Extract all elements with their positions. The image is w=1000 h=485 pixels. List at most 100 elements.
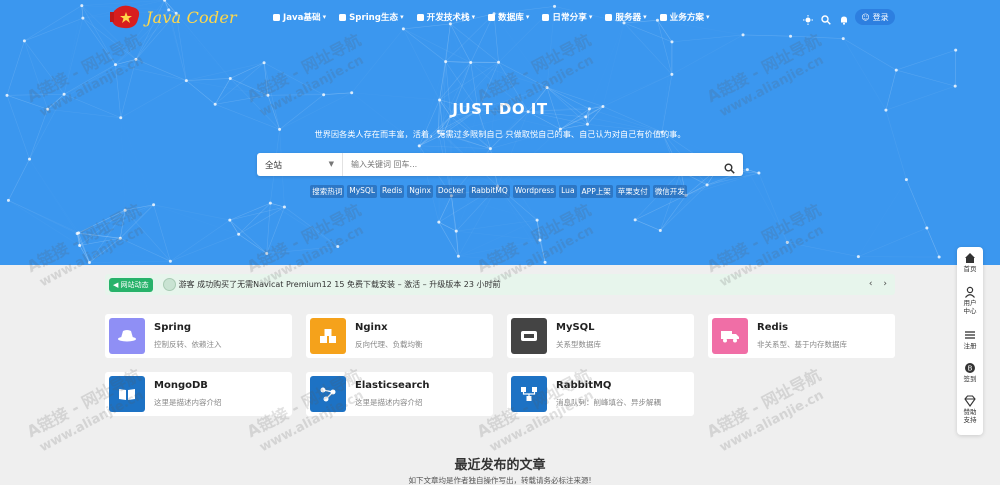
truck-icon xyxy=(712,318,748,354)
category-card-mysql[interactable]: MySQL 关系型数据库 xyxy=(507,314,694,358)
mysql-icon xyxy=(511,318,547,354)
sidebar-item-label: 首页 xyxy=(963,265,977,273)
card-description: 非关系型、基于内存数据库 xyxy=(757,340,847,349)
hero-title: JUST DO IT xyxy=(452,100,548,118)
category-card-spring[interactable]: Spring 控制反转、依赖注入 xyxy=(105,314,292,358)
search-category-label: 全站 xyxy=(265,160,283,171)
chevron-down-icon: ▾ xyxy=(588,13,593,21)
nav-item-1[interactable]: Spring生态 ▾ xyxy=(338,11,404,23)
search-category-select[interactable]: 全站 ▼ xyxy=(257,153,343,176)
recent-posts-subtitle: 如下文章均是作者独自操作写出，转载请务必标注来源! xyxy=(408,476,592,485)
nav-item-label: Spring生态 xyxy=(349,13,399,23)
card-title: Nginx xyxy=(355,322,388,333)
avatar xyxy=(162,278,176,291)
category-card-elasticsearch[interactable]: Elasticsearch 这里是描述内容介绍 xyxy=(306,372,493,416)
hot-tag[interactable]: MySQL xyxy=(347,185,378,198)
hot-tag[interactable]: Lua xyxy=(559,185,577,198)
tools-icon xyxy=(659,13,668,22)
search-input[interactable] xyxy=(351,156,711,173)
hat-icon xyxy=(109,318,145,354)
user-icon xyxy=(964,286,976,298)
nav-item-4[interactable]: 日常分享 ▾ xyxy=(541,11,592,23)
code-icon xyxy=(416,13,425,22)
card-description: 这里是描述内容介绍 xyxy=(355,398,423,407)
watermark-url: www.alianjie.cn xyxy=(717,387,827,456)
hot-tag[interactable]: RabbitMQ xyxy=(469,185,510,198)
server-icon xyxy=(604,13,613,22)
hot-tag[interactable]: Docker xyxy=(435,185,467,198)
nav-item-6[interactable]: 业务方案 ▾ xyxy=(659,11,710,23)
java-cup-icon xyxy=(272,13,281,22)
category-card-nginx[interactable]: Nginx 反向代理、负载均衡 xyxy=(306,314,493,358)
sidebar-item-label: 赞助 支持 xyxy=(963,408,977,424)
nav-item-0[interactable]: Java基础 ▾ xyxy=(272,11,326,23)
nav-item-label: 服务器 xyxy=(615,13,642,23)
hot-tag[interactable]: APP上架 xyxy=(579,185,613,198)
watermark-text: A链接 - 网址导航 xyxy=(703,365,824,442)
news-badge: ◀ 网站动态 xyxy=(109,277,153,292)
floating-sidebar: 首页用户 中心注册 B 签到赞助 支持 xyxy=(957,247,983,435)
nav-item-5[interactable]: 服务器 ▾ xyxy=(604,11,647,23)
card-description: 反向代理、负载均衡 xyxy=(355,340,423,349)
ticker-text[interactable]: 游客 成功购买了无需Navicat Premium12 15 免费下载安装 – … xyxy=(179,279,501,290)
category-card-mongodb[interactable]: MongoDB 这里是描述内容介绍 xyxy=(105,372,292,416)
theme-toggle-icon[interactable] xyxy=(803,10,813,25)
nav-item-label: Java基础 xyxy=(283,13,321,23)
sidebar-item-user[interactable]: 用户 中心 xyxy=(957,286,983,315)
svg-text:B: B xyxy=(968,365,973,373)
recent-posts-title: 最近发布的文章 xyxy=(454,458,546,473)
home-icon xyxy=(964,252,976,264)
nav-item-3[interactable]: 数据库 ▾ xyxy=(487,11,529,23)
hot-tag[interactable]: 微信开发 xyxy=(652,185,687,198)
sidebar-item-label: 注册 xyxy=(963,342,977,350)
card-description: 消息队列：削峰填谷、异步解耦 xyxy=(556,398,661,407)
menu-icon xyxy=(964,329,976,341)
sidebar-item-menu[interactable]: 注册 xyxy=(957,329,983,350)
header-icons xyxy=(803,10,857,25)
card-title: Redis xyxy=(757,322,789,333)
database-icon xyxy=(487,13,496,22)
site-news-ticker: ◀ 网站动态 游客 成功购买了无需Navicat Premium12 15 免费… xyxy=(105,274,895,295)
chevron-down-icon: ▼ xyxy=(328,160,334,168)
hero-subtitle: 世界因各类人存在而丰富，活着，无需过多限制自己 只做取悦自己的事、自己认为对自己… xyxy=(314,129,686,139)
search-submit-icon[interactable] xyxy=(724,159,735,174)
login-label: 登录 xyxy=(872,12,889,22)
chevron-down-icon: ▾ xyxy=(525,13,530,21)
card-description: 控制反转、依赖注入 xyxy=(154,340,222,349)
megaphone-icon: ◀ xyxy=(113,280,119,289)
card-title: MySQL xyxy=(556,322,595,333)
calendar-icon xyxy=(541,13,550,22)
nav-item-label: 业务方案 xyxy=(669,13,705,23)
login-button[interactable]: ☺ 登录 xyxy=(855,9,895,25)
card-title: Spring xyxy=(154,322,191,333)
search-icon[interactable] xyxy=(821,10,831,25)
graph-icon xyxy=(310,376,346,412)
ticker-nav: ‹ › xyxy=(861,279,887,289)
ticker-next-button[interactable]: › xyxy=(883,279,887,289)
chevron-down-icon: ▾ xyxy=(322,13,327,21)
site-logo[interactable]: Java Coder xyxy=(108,2,237,32)
hot-tag[interactable]: Redis xyxy=(380,185,405,198)
nav-item-label: 数据库 xyxy=(498,13,524,23)
card-description: 这里是描述内容介绍 xyxy=(154,398,222,407)
coin-icon: B xyxy=(964,362,976,374)
hot-tag[interactable]: 苹果支付 xyxy=(615,185,650,198)
sidebar-item-label: 签到 xyxy=(963,375,977,383)
sidebar-item-coin[interactable]: B 签到 xyxy=(957,362,983,383)
category-card-rabbitmq[interactable]: RabbitMQ 消息队列：削峰填谷、异步解耦 xyxy=(507,372,694,416)
category-card-redis[interactable]: Redis 非关系型、基于内存数据库 xyxy=(708,314,895,358)
sidebar-item-home[interactable]: 首页 xyxy=(957,252,983,273)
sidebar-item-diamond[interactable]: 赞助 支持 xyxy=(957,395,983,424)
diamond-icon xyxy=(964,395,976,407)
ticker-prev-button[interactable]: ‹ xyxy=(869,279,873,289)
card-description: 关系型数据库 xyxy=(556,340,601,349)
bell-icon[interactable] xyxy=(839,10,849,25)
chevron-down-icon: ▾ xyxy=(471,13,476,21)
user-icon: ☺ xyxy=(861,12,870,22)
hot-tag[interactable]: Wordpress xyxy=(512,185,557,198)
book-icon xyxy=(109,376,145,412)
main-nav: Java基础 ▾ Spring生态 ▾ 开发技术栈 ▾ 数据库 ▾ 日常分享 ▾ 服务器 ▾ 业务方案 ▾ xyxy=(272,0,722,34)
hot-tag[interactable]: Nginx xyxy=(407,185,433,198)
nav-item-2[interactable]: 开发技术栈 ▾ xyxy=(416,11,476,23)
logo-badge-icon xyxy=(108,3,144,31)
